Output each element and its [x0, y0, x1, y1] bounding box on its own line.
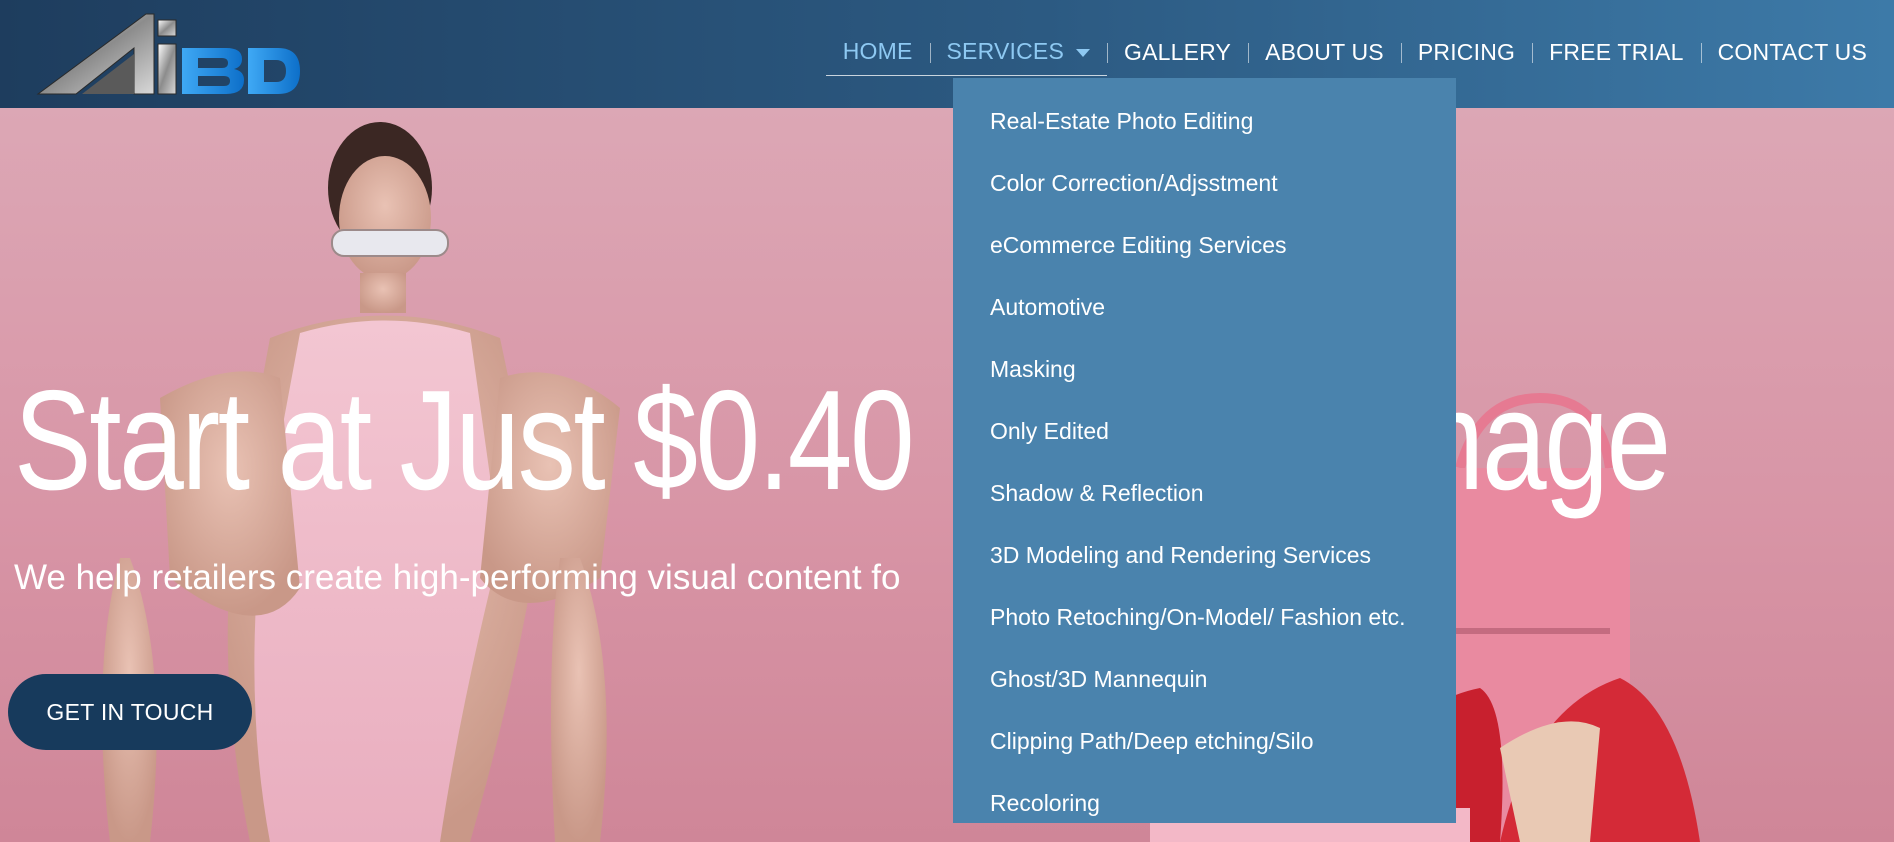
menu-item-shadow-reflection[interactable]: Shadow & Reflection — [953, 462, 1456, 524]
menu-item-3d-modeling[interactable]: 3D Modeling and Rendering Services — [953, 524, 1456, 586]
menu-item-masking[interactable]: Masking — [953, 338, 1456, 400]
get-in-touch-button[interactable]: GET IN TOUCH — [8, 674, 252, 750]
services-dropdown-menu: Real-Estate Photo Editing Color Correcti… — [953, 78, 1456, 823]
chevron-down-icon — [1076, 49, 1090, 57]
nav-services-label: SERVICES — [946, 38, 1064, 64]
site-logo[interactable] — [36, 8, 306, 100]
menu-item-ghost-mannequin[interactable]: Ghost/3D Mannequin — [953, 648, 1456, 710]
nav-pricing[interactable]: PRICING — [1400, 28, 1532, 76]
menu-item-clipping-path[interactable]: Clipping Path/Deep etching/Silo — [953, 710, 1456, 772]
nav-free-trial[interactable]: FREE TRIAL — [1532, 28, 1701, 76]
menu-item-photo-retouching[interactable]: Photo Retoching/On-Model/ Fashion etc. — [953, 586, 1456, 648]
hero-subtitle: We help retailers create high-performing… — [14, 558, 901, 597]
menu-item-only-edited[interactable]: Only Edited — [953, 400, 1456, 462]
menu-item-automotive[interactable]: Automotive — [953, 276, 1456, 338]
nav-contact-us[interactable]: CONTACT US — [1700, 28, 1884, 76]
hero-section: Start at Just $0.40 Image We help retail… — [0, 108, 1894, 842]
hero-title-left: Start at Just $0.40 — [14, 361, 915, 520]
main-nav: HOME SERVICES GALLERY ABOUT US PRICING F… — [825, 28, 1884, 76]
site-header: HOME SERVICES GALLERY ABOUT US PRICING F… — [0, 0, 1894, 108]
nav-about-us[interactable]: ABOUT US — [1248, 28, 1401, 76]
menu-item-real-estate-photo-editing[interactable]: Real-Estate Photo Editing — [953, 90, 1456, 152]
menu-item-color-correction[interactable]: Color Correction/Adjsstment — [953, 152, 1456, 214]
nav-services[interactable]: SERVICES — [929, 28, 1107, 76]
menu-item-recoloring[interactable]: Recoloring — [953, 772, 1456, 834]
nav-gallery[interactable]: GALLERY — [1107, 28, 1248, 76]
menu-item-ecommerce-editing[interactable]: eCommerce Editing Services — [953, 214, 1456, 276]
nav-home[interactable]: HOME — [825, 28, 930, 76]
